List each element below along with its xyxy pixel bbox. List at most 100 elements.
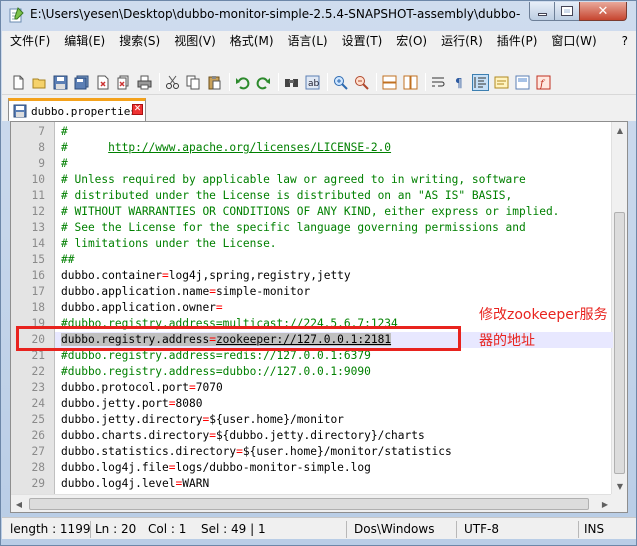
toolbar-separator	[229, 73, 230, 91]
user-language-button[interactable]	[493, 74, 510, 91]
indent-guide-button[interactable]	[472, 73, 489, 91]
code-line[interactable]: dubbo.statistics.directory=${user.home}/…	[55, 444, 613, 460]
code-token: dubbo.application.name	[61, 285, 210, 298]
code-line[interactable]: dubbo.protocol.port=7070	[55, 380, 613, 396]
code-token: #	[61, 141, 109, 154]
close-all-button[interactable]	[115, 74, 132, 91]
open-file-button[interactable]	[31, 74, 48, 91]
status-eol[interactable]: Dos\Windows	[354, 521, 434, 538]
status-column: Col : 1	[148, 522, 187, 536]
find-button[interactable]	[283, 74, 300, 91]
close-button[interactable]: ✕	[579, 2, 627, 21]
doc-map-button[interactable]	[514, 74, 531, 91]
code-line[interactable]: dubbo.charts.directory=${dubbo.jetty.dir…	[55, 428, 613, 444]
vertical-scrollbar[interactable]: ▲ ▼	[611, 122, 627, 494]
function-list-button[interactable]: f	[535, 74, 552, 91]
code-token: =	[188, 381, 196, 394]
sync-vertical-button[interactable]	[381, 74, 398, 91]
code-line[interactable]: # limitations under the License.	[55, 236, 613, 252]
copy-button[interactable]	[185, 74, 202, 91]
scroll-left-icon[interactable]: ◀	[11, 496, 27, 512]
status-selection: Sel : 49 | 1	[201, 522, 266, 536]
menu-edit[interactable]: 编辑(E)	[57, 31, 112, 51]
horizontal-scroll-thumb[interactable]	[29, 498, 589, 510]
code-line[interactable]: ##	[55, 252, 613, 268]
code-line[interactable]: dubbo.log4j.file=logs/dubbo-monitor-simp…	[55, 460, 613, 476]
code-line[interactable]: dubbo.jetty.port=8080	[55, 396, 613, 412]
code-token: ##	[61, 253, 75, 266]
save-button[interactable]	[52, 74, 69, 91]
scroll-down-icon[interactable]: ▼	[612, 478, 627, 494]
close-file-button[interactable]	[94, 74, 111, 91]
line-number: 11	[31, 189, 45, 202]
maximize-button[interactable]	[554, 2, 580, 21]
horizontal-scrollbar[interactable]: ◀ ▶	[11, 494, 613, 512]
menu-file[interactable]: 文件(F)	[2, 31, 57, 51]
code-token: =	[236, 445, 243, 458]
word-wrap-button[interactable]	[430, 74, 447, 91]
zoom-out-button[interactable]	[353, 74, 370, 91]
undo-icon	[236, 76, 250, 89]
code-line[interactable]: dubbo.jetty.directory=${user.home}/monit…	[55, 412, 613, 428]
code-line[interactable]: dubbo.application.name=simple-monitor	[55, 284, 613, 300]
code-token: dubbo.jetty.directory	[61, 413, 203, 426]
new-file-button[interactable]	[10, 74, 27, 91]
annotation-line-2: 器的地址	[479, 333, 535, 349]
annotation-line-1: 修改zookeeper服务	[479, 307, 608, 323]
title-bar[interactable]: E:\Users\yesen\Desktop\dubbo-monitor-sim…	[1, 1, 636, 31]
tab-close-icon[interactable]: ✕	[132, 104, 143, 115]
code-line[interactable]: # WITHOUT WARRANTIES OR CONDITIONS OF AN…	[55, 204, 613, 220]
menu-macro[interactable]: 宏(O)	[389, 31, 434, 51]
code-line[interactable]: dubbo.container=log4j,spring,registry,je…	[55, 268, 613, 284]
sync-horizontal-button[interactable]	[402, 74, 419, 91]
undo-button[interactable]	[234, 74, 251, 91]
code-line[interactable]: # http://www.apache.org/licenses/LICENSE…	[55, 140, 613, 156]
code-line[interactable]: #dubbo.registry.address=dubbo://127.0.0.…	[55, 364, 613, 380]
code-line[interactable]: #	[55, 124, 613, 140]
code-line[interactable]: # Unless required by applicable law or a…	[55, 172, 613, 188]
zoom-in-icon	[334, 75, 348, 90]
code-line-text: dubbo.log4j.file=logs/dubbo-monitor-simp…	[61, 460, 371, 476]
close-all-icon	[117, 75, 129, 89]
redo-button[interactable]	[255, 74, 272, 91]
line-number: 27	[31, 445, 45, 458]
menu-window[interactable]: 窗口(W)	[544, 31, 603, 51]
code-line[interactable]: # See the License for the specific langu…	[55, 220, 613, 236]
tab-strip: dubbo.properties ✕	[2, 95, 636, 121]
menu-plugins[interactable]: 插件(P)	[490, 31, 545, 51]
print-button[interactable]	[136, 74, 153, 91]
binoculars-icon	[285, 78, 298, 87]
menu-search[interactable]: 搜索(S)	[112, 31, 167, 51]
menu-language[interactable]: 语言(L)	[281, 31, 335, 51]
code-line-text: # limitations under the License.	[61, 236, 277, 252]
menu-format[interactable]: 格式(M)	[223, 31, 281, 51]
code-line[interactable]: #	[55, 156, 613, 172]
menu-view[interactable]: 视图(V)	[167, 31, 223, 51]
menu-help[interactable]: ?	[615, 31, 636, 51]
menu-settings[interactable]: 设置(T)	[335, 31, 390, 51]
code-token: #	[61, 125, 68, 138]
function-list-icon: f	[536, 75, 551, 90]
tab-dubbo-properties[interactable]: dubbo.properties ✕	[8, 98, 146, 121]
code-line[interactable]: # distributed under the License is distr…	[55, 188, 613, 204]
code-line-text: dubbo.jetty.directory=${user.home}/monit…	[61, 412, 344, 428]
code-token: #	[61, 157, 68, 170]
status-encoding[interactable]: UTF-8	[464, 521, 499, 538]
save-all-button[interactable]	[73, 74, 90, 91]
minimize-icon	[537, 12, 547, 16]
cut-button[interactable]	[164, 74, 181, 91]
menu-run[interactable]: 运行(R)	[434, 31, 490, 51]
paste-button[interactable]	[206, 74, 223, 91]
line-number: 10	[31, 173, 45, 186]
status-insert-mode[interactable]: INS	[584, 521, 604, 538]
code-token: # Unless required by applicable law or a…	[61, 173, 526, 186]
code-line[interactable]: dubbo.log4j.level=WARN	[55, 476, 613, 492]
code-token: ${user.home}/monitor/statistics	[242, 445, 452, 458]
replace-button[interactable]: ab	[304, 74, 321, 91]
zoom-in-button[interactable]	[332, 74, 349, 91]
code-line-text: #	[61, 124, 68, 140]
minimize-button[interactable]	[529, 2, 555, 21]
vertical-scroll-thumb[interactable]	[614, 212, 625, 474]
scroll-up-icon[interactable]: ▲	[612, 122, 627, 138]
show-all-chars-button[interactable]: ¶	[451, 74, 468, 91]
